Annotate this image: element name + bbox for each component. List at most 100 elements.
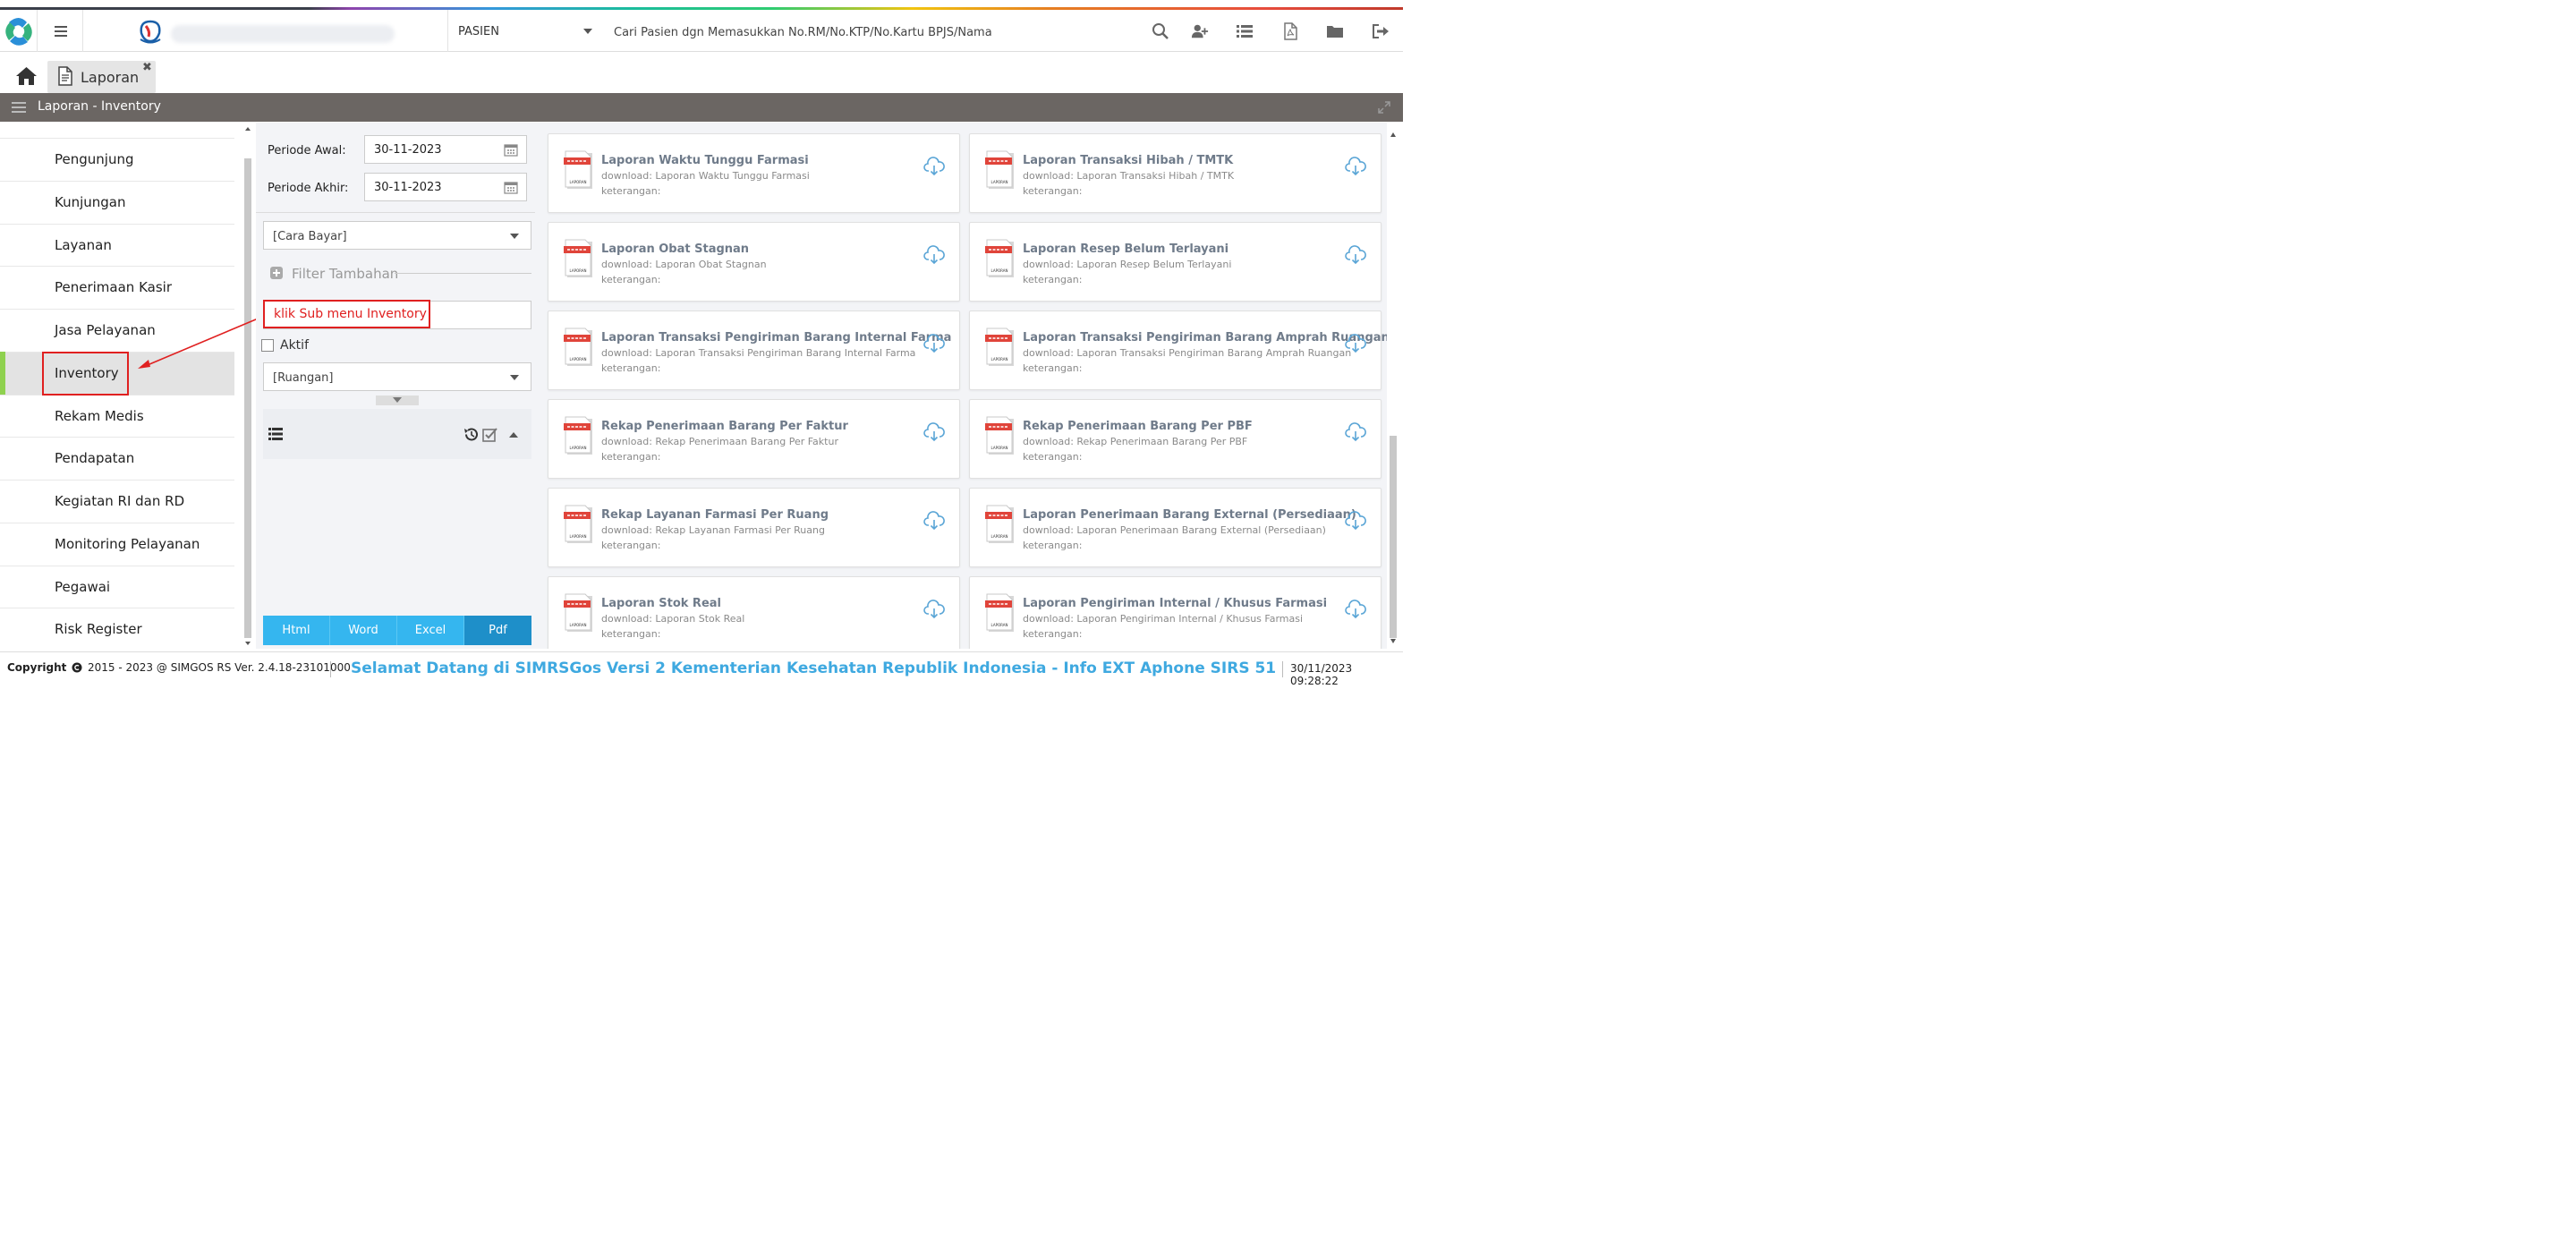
- report-file-icon: LAPORAN: [564, 593, 594, 633]
- report-download-text: download: Laporan Obat Stagnan: [601, 259, 767, 270]
- folder-icon[interactable]: [1326, 22, 1344, 40]
- checkbox-checked-icon[interactable]: [482, 427, 498, 442]
- report-title[interactable]: Laporan Transaksi Hibah / TMTK: [1023, 154, 1233, 167]
- sidebar-item-label: Kunjungan: [55, 194, 126, 210]
- aktif-checkbox[interactable]: [261, 339, 274, 352]
- hamburger-menu-button[interactable]: [38, 10, 83, 52]
- hamburger-icon[interactable]: [12, 101, 26, 114]
- sidebar-item-pengunjung[interactable]: Pengunjung: [0, 138, 234, 181]
- sidebar-item-risk-register[interactable]: Risk Register: [0, 608, 234, 649]
- report-scrollbar[interactable]: [1387, 123, 1399, 649]
- sidebar-item-layanan[interactable]: Layanan: [0, 224, 234, 267]
- calendar-icon[interactable]: [504, 142, 518, 157]
- sidebar-item-pendapatan[interactable]: Pendapatan: [0, 437, 234, 480]
- report-title[interactable]: Rekap Penerimaan Barang Per PBF: [1023, 420, 1253, 433]
- chevron-down-icon[interactable]: [582, 28, 593, 35]
- ruangan-select[interactable]: [Ruangan]: [263, 362, 531, 391]
- report-card[interactable]: LAPORAN Laporan Penerimaan Barang Externa…: [969, 488, 1382, 567]
- periode-awal-field[interactable]: 30-11-2023: [364, 135, 527, 164]
- history-icon[interactable]: [463, 427, 479, 442]
- html-button[interactable]: Html: [263, 616, 330, 645]
- report-title[interactable]: Laporan Penerimaan Barang External (Pers…: [1023, 508, 1356, 522]
- report-title[interactable]: Laporan Stok Real: [601, 597, 721, 610]
- report-card[interactable]: LAPORAN Rekap Penerimaan Barang Per PBF do…: [969, 399, 1382, 479]
- report-card[interactable]: LAPORAN Laporan Resep Belum Terlayani down…: [969, 222, 1382, 302]
- tab-laporan[interactable]: Laporan ✖: [47, 61, 156, 93]
- report-file-icon: LAPORAN: [564, 239, 594, 278]
- pdf-file-icon[interactable]: [1281, 22, 1299, 40]
- report-download-text: download: Laporan Stok Real: [601, 613, 745, 625]
- report-card[interactable]: LAPORAN Rekap Layanan Farmasi Per Ruang do…: [548, 488, 960, 567]
- collapse-toggle[interactable]: [376, 396, 419, 405]
- report-card[interactable]: LAPORAN Laporan Transaksi Hibah / TMTK dow…: [969, 133, 1382, 213]
- filter-tambahan-toggle[interactable]: Filter Tambahan: [292, 266, 398, 282]
- cloud-download-icon[interactable]: [1345, 511, 1366, 531]
- sidebar-item-rekam-medis[interactable]: Rekam Medis: [0, 395, 234, 438]
- sidebar-item-label: Monitoring Pelayanan: [55, 536, 200, 552]
- report-file-icon: LAPORAN: [985, 416, 1016, 455]
- cloud-download-icon[interactable]: [923, 245, 945, 265]
- report-title[interactable]: Laporan Transaksi Pengiriman Barang Inte…: [601, 331, 951, 345]
- report-card[interactable]: LAPORAN Laporan Obat Stagnan download: Lap…: [548, 222, 960, 302]
- pdf-button[interactable]: Pdf: [464, 616, 531, 645]
- cloud-download-icon[interactable]: [1345, 157, 1366, 176]
- report-keterangan: keterangan:: [1023, 628, 1083, 640]
- cloud-download-icon[interactable]: [1345, 245, 1366, 265]
- patient-search-input[interactable]: Cari Pasien dgn Memasukkan No.RM/No.KTP/…: [614, 26, 992, 39]
- report-file-icon: LAPORAN: [985, 593, 1016, 633]
- report-file-icon: LAPORAN: [564, 150, 594, 190]
- report-card[interactable]: LAPORAN Rekap Penerimaan Barang Per Faktu…: [548, 399, 960, 479]
- report-card[interactable]: LAPORAN Laporan Stok Real download: Lapora…: [548, 576, 960, 649]
- maximize-icon[interactable]: [1378, 101, 1390, 114]
- cloud-download-icon[interactable]: [923, 157, 945, 176]
- cloud-download-icon[interactable]: [923, 600, 945, 619]
- add-user-icon[interactable]: [1191, 22, 1209, 40]
- report-title[interactable]: Laporan Resep Belum Terlayani: [1023, 242, 1228, 256]
- sidebar-item-penerimaan-kasir[interactable]: Penerimaan Kasir: [0, 266, 234, 309]
- home-icon[interactable]: [15, 66, 38, 86]
- word-button[interactable]: Word: [330, 616, 397, 645]
- sidebar-item-label: Rekam Medis: [55, 408, 144, 424]
- periode-akhir-field[interactable]: 30-11-2023: [364, 173, 527, 201]
- cara-bayar-select[interactable]: [Cara Bayar]: [263, 221, 531, 250]
- panel-title-bar: Laporan - Inventory: [0, 93, 1403, 122]
- sidebar-item-monitoring-pelayanan[interactable]: Monitoring Pelayanan: [0, 523, 234, 566]
- close-icon[interactable]: ✖: [142, 61, 152, 74]
- annotation-callout: klik Sub menu Inventory: [263, 300, 430, 328]
- sidebar-scrollbar[interactable]: [242, 123, 254, 649]
- logout-icon[interactable]: [1372, 22, 1390, 40]
- svg-text:LAPORAN: LAPORAN: [991, 357, 1008, 362]
- calendar-icon[interactable]: [504, 180, 518, 194]
- list-icon[interactable]: [1236, 22, 1254, 40]
- report-card[interactable]: LAPORAN Laporan Transaksi Pengiriman Bara…: [969, 310, 1387, 390]
- cloud-download-icon[interactable]: [923, 334, 945, 353]
- sidebar-item-label: Pegawai: [55, 579, 111, 595]
- cloud-download-icon[interactable]: [1345, 600, 1366, 619]
- report-title[interactable]: Laporan Transaksi Pengiriman Barang Ampr…: [1023, 331, 1387, 345]
- report-card[interactable]: LAPORAN Laporan Pengiriman Internal / Khu…: [969, 576, 1382, 649]
- search-icon[interactable]: [1152, 22, 1169, 40]
- report-title[interactable]: Laporan Waktu Tunggu Farmasi: [601, 154, 809, 167]
- sidebar-item-pegawai[interactable]: Pegawai: [0, 566, 234, 608]
- chevron-up-icon[interactable]: [509, 432, 518, 438]
- cloud-download-icon[interactable]: [923, 422, 945, 442]
- sidebar-item-kegiatan-ri-rd[interactable]: Kegiatan RI dan RD: [0, 480, 234, 523]
- svg-text:LAPORAN: LAPORAN: [570, 357, 587, 362]
- cloud-download-icon[interactable]: [923, 511, 945, 531]
- excel-button[interactable]: Excel: [397, 616, 464, 645]
- report-card[interactable]: LAPORAN Laporan Transaksi Pengiriman Bara…: [548, 310, 960, 390]
- report-card[interactable]: LAPORAN Laporan Waktu Tunggu Farmasi downl…: [548, 133, 960, 213]
- category-select-value[interactable]: PASIEN: [458, 25, 499, 38]
- cloud-download-icon[interactable]: [1345, 334, 1366, 353]
- report-download-text: download: Rekap Penerimaan Barang Per Fa…: [601, 436, 838, 447]
- report-file-icon: LAPORAN: [985, 150, 1016, 190]
- report-title[interactable]: Rekap Layanan Farmasi Per Ruang: [601, 508, 829, 522]
- cloud-download-icon[interactable]: [1345, 422, 1366, 442]
- sidebar-item-kunjungan[interactable]: Kunjungan: [0, 181, 234, 224]
- chevron-down-icon: [510, 234, 519, 239]
- report-title[interactable]: Laporan Obat Stagnan: [601, 242, 749, 256]
- list-icon[interactable]: [268, 428, 283, 440]
- report-title[interactable]: Laporan Pengiriman Internal / Khusus Far…: [1023, 597, 1327, 610]
- plus-square-icon[interactable]: [270, 267, 283, 279]
- report-title[interactable]: Rekap Penerimaan Barang Per Faktur: [601, 420, 848, 433]
